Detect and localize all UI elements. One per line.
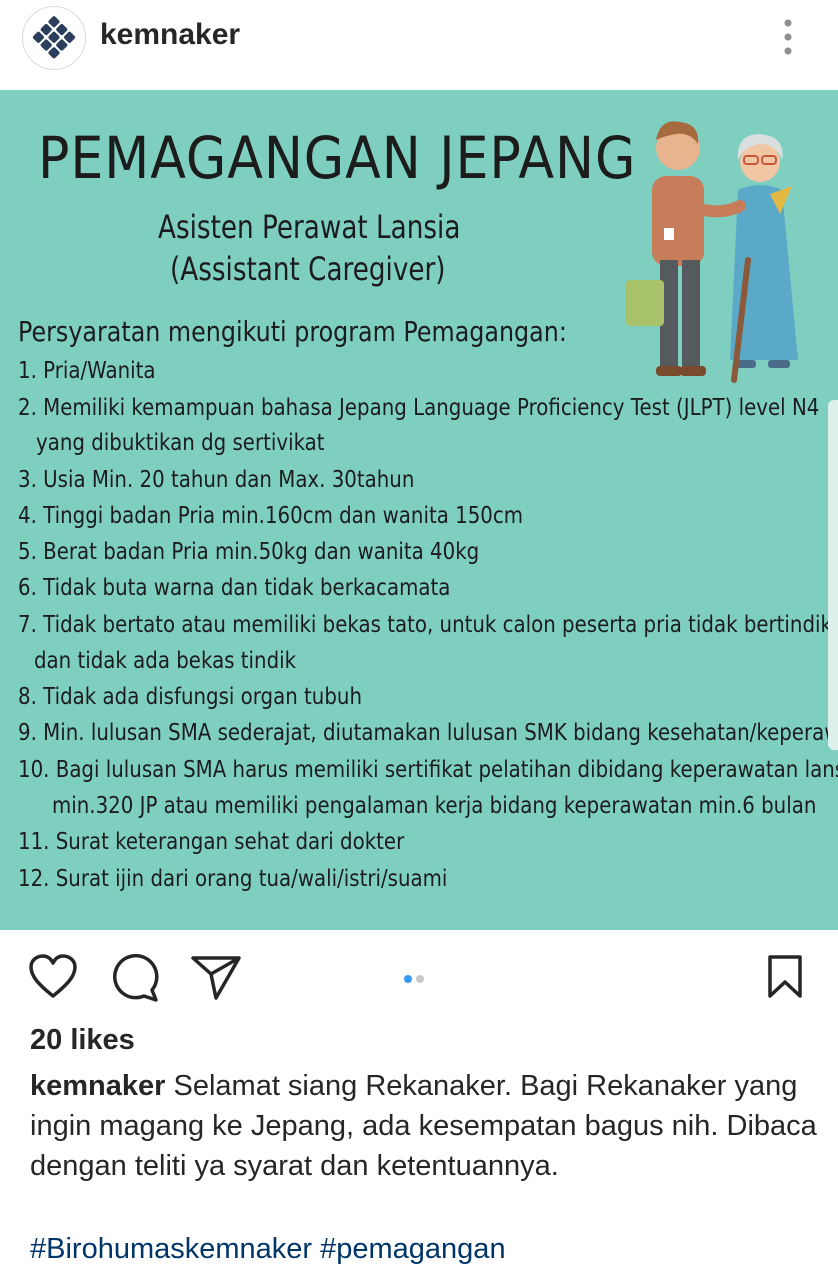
requirement-item: 8. Tidak ada disfungsi organ tubuh — [18, 684, 362, 710]
likes-count[interactable]: 20 likes — [30, 1024, 135, 1057]
requirement-item: 10. Bagi lulusan SMA harus memiliki sert… — [18, 757, 838, 783]
poster-subtitle-1: Asisten Perawat Lansia — [158, 208, 461, 246]
requirement-item: 5. Berat badan Pria min.50kg dan wanita … — [18, 539, 480, 565]
requirement-item: 1. Pria/Wanita — [18, 358, 156, 384]
requirement-item: 12. Surat ijin dari orang tua/wali/istri… — [18, 866, 448, 892]
requirement-item: 3. Usia Min. 20 tahun dan Max. 30tahun — [18, 467, 415, 493]
carousel-dot-active — [404, 975, 412, 983]
requirement-item: 2. Memiliki kemampuan bahasa Jepang Lang… — [18, 395, 820, 421]
requirement-item-continued: dan tidak ada bekas tindik — [34, 648, 297, 674]
scroll-edge — [828, 400, 838, 750]
requirement-item: 7. Tidak bertato atau memiliki bekas tat… — [18, 612, 832, 638]
carousel-dot — [416, 975, 424, 983]
requirement-item-continued: min.320 JP atau memiliki pengalaman kerj… — [52, 793, 817, 819]
requirement-item-continued: yang dibuktikan dg sertivikat — [36, 430, 325, 456]
requirement-item: 9. Min. lulusan SMA sederajat, diutamaka… — [18, 720, 838, 746]
caption-username[interactable]: kemnaker — [30, 1070, 165, 1102]
carousel-indicator — [404, 970, 428, 988]
requirement-item: 6. Tidak buta warna dan tidak berkacamat… — [18, 575, 451, 601]
heart-icon[interactable] — [28, 954, 78, 1005]
comment-icon[interactable] — [110, 954, 160, 1007]
post-header: kemnaker — [0, 0, 838, 90]
requirement-item: 11. Surat keterangan sehat dari dokter — [18, 829, 405, 855]
poster-title: PEMAGANGAN JEPANG — [38, 124, 637, 192]
caregiver-illustration — [626, 121, 798, 383]
requirements-heading: Persyaratan mengikuti program Pemagangan… — [18, 315, 567, 348]
more-options-icon[interactable] — [778, 18, 798, 58]
bookmark-icon[interactable] — [766, 954, 804, 1005]
post-image[interactable]: PEMAGANGAN JEPANG Asisten Perawat Lansia… — [0, 90, 838, 930]
hashtags[interactable]: #Birohumaskemnaker #pemagangan — [30, 1233, 506, 1266]
requirement-item: 4. Tinggi badan Pria min.160cm dan wanit… — [18, 503, 524, 529]
kemnaker-logo — [32, 16, 76, 59]
poster-subtitle-2: (Assistant Caregiver) — [170, 250, 446, 288]
post-caption: kemnaker Selamat siang Rekanaker. Bagi R… — [30, 1066, 820, 1186]
header-username[interactable]: kemnaker — [100, 18, 240, 52]
share-icon[interactable] — [190, 954, 242, 1007]
profile-avatar[interactable] — [22, 6, 86, 70]
